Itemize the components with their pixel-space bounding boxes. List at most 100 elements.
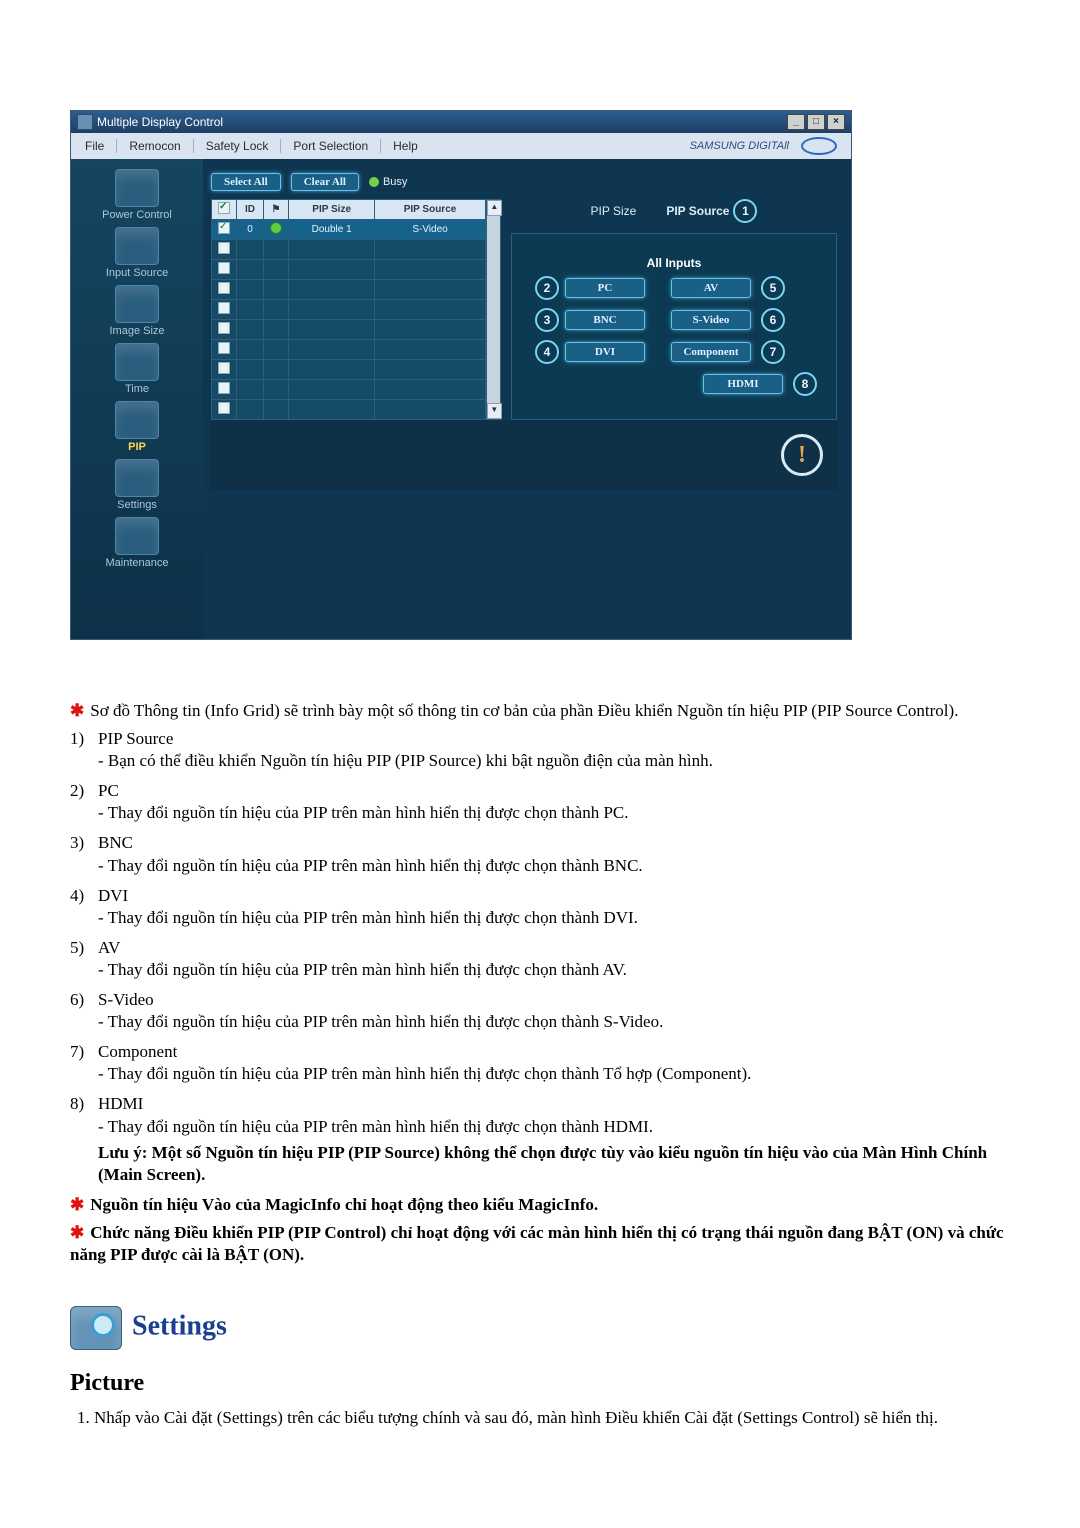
cell-pipsource: S-Video <box>375 220 485 240</box>
sidebar-item-maintenance[interactable]: Maintenance <box>106 517 169 569</box>
list-item: Component- Thay đổi nguồn tín hiệu của P… <box>70 1041 1010 1085</box>
all-inputs-label: All Inputs <box>516 256 832 270</box>
callout-badge: 5 <box>761 276 785 300</box>
bnc-button[interactable]: BNC <box>565 310 645 330</box>
menu-safetylock[interactable]: Safety Lock <box>198 137 277 155</box>
sidebar-item-label: Power Control <box>102 209 172 221</box>
list-item: HDMI- Thay đổi nguồn tín hiệu của PIP tr… <box>70 1093 1010 1185</box>
menu-remocon[interactable]: Remocon <box>121 137 188 155</box>
table-row[interactable] <box>212 380 486 400</box>
scroll-up-icon[interactable]: ▲ <box>487 200 502 216</box>
sidebar-item-input[interactable]: Input Source <box>106 227 168 279</box>
picture-steps: Nhấp vào Cài đặt (Settings) trên các biể… <box>70 1407 1010 1429</box>
input-icon <box>115 227 159 265</box>
sidebar-item-pip[interactable]: PIP <box>115 401 159 453</box>
select-all-button[interactable]: Select All <box>211 173 281 191</box>
sidebar-item-label: Input Source <box>106 267 168 279</box>
row-checkbox[interactable] <box>218 282 230 294</box>
table-row[interactable] <box>212 400 486 420</box>
callout-badge: 6 <box>761 308 785 332</box>
window-titlebar: Multiple Display Control _ □ × <box>71 111 851 133</box>
warning-icon: ! <box>781 434 823 476</box>
sidebar-item-label: Time <box>125 383 149 395</box>
picture-heading: Picture <box>70 1368 1010 1399</box>
table-row[interactable] <box>212 260 486 280</box>
settings-section-icon <box>70 1306 122 1350</box>
intro-text: Sơ đồ Thông tin (Info Grid) sẽ trình bày… <box>90 701 958 720</box>
star-icon: ✱ <box>70 1195 84 1214</box>
table-row[interactable] <box>212 360 486 380</box>
clear-all-button[interactable]: Clear All <box>291 173 359 191</box>
menubar: File Remocon Safety Lock Port Selection … <box>71 133 851 159</box>
tab-pipsource[interactable]: PIP Source <box>666 204 729 218</box>
close-button[interactable]: × <box>827 114 845 130</box>
imagesize-icon <box>115 285 159 323</box>
note-magicinfo: Nguồn tín hiệu Vào của MagicInfo chỉ hoạ… <box>90 1195 598 1214</box>
tab-pipsize[interactable]: PIP Size <box>591 204 637 218</box>
scroll-down-icon[interactable]: ▼ <box>487 403 502 419</box>
sidebar: Power Control Input Source Image Size Ti… <box>71 159 203 639</box>
dvi-button[interactable]: DVI <box>565 342 645 362</box>
list-item: Nhấp vào Cài đặt (Settings) trên các biể… <box>94 1407 1010 1429</box>
sidebar-item-label: Maintenance <box>106 557 169 569</box>
row-checkbox[interactable] <box>218 322 230 334</box>
menu-file[interactable]: File <box>77 137 112 155</box>
grid-scrollbar[interactable]: ▲▼ <box>486 199 501 420</box>
svideo-button[interactable]: S-Video <box>671 310 751 330</box>
table-row[interactable] <box>212 340 486 360</box>
app-window: Multiple Display Control _ □ × File Remo… <box>70 110 852 640</box>
maintenance-icon <box>115 517 159 555</box>
col-id: ID <box>237 200 264 220</box>
callout-badge: 2 <box>535 276 559 300</box>
pc-button[interactable]: PC <box>565 278 645 298</box>
row-checkbox[interactable] <box>218 222 230 234</box>
row-checkbox[interactable] <box>218 242 230 254</box>
row-checkbox[interactable] <box>218 402 230 414</box>
status-dot-icon <box>270 222 282 234</box>
caution-text: Lưu ý: Một số Nguồn tín hiệu PIP (PIP So… <box>98 1142 1010 1186</box>
callout-badge: 4 <box>535 340 559 364</box>
component-button[interactable]: Component <box>671 342 751 362</box>
table-row[interactable] <box>212 280 486 300</box>
star-icon: ✱ <box>70 1223 84 1242</box>
row-checkbox[interactable] <box>218 342 230 354</box>
settings-icon <box>115 459 159 497</box>
row-checkbox[interactable] <box>218 362 230 374</box>
callout-badge: 3 <box>535 308 559 332</box>
list-item: PC- Thay đổi nguồn tín hiệu của PIP trên… <box>70 780 1010 824</box>
window-title: Multiple Display Control <box>97 115 223 129</box>
pip-icon <box>115 401 159 439</box>
table-row[interactable] <box>212 300 486 320</box>
callout-badge-1: 1 <box>733 199 757 223</box>
time-icon <box>115 343 159 381</box>
callout-badge: 7 <box>761 340 785 364</box>
brand-logo: SAMSUNG DIGITAll <box>674 135 845 157</box>
note-pipcontrol: Chức năng Điều khiển PIP (PIP Control) c… <box>70 1223 1004 1264</box>
list-item: BNC- Thay đổi nguồn tín hiệu của PIP trê… <box>70 832 1010 876</box>
table-row[interactable]: 0 Double 1 S-Video <box>212 220 486 240</box>
av-button[interactable]: AV <box>671 278 751 298</box>
hdmi-button[interactable]: HDMI <box>703 374 783 394</box>
star-icon: ✱ <box>70 701 84 720</box>
table-row[interactable] <box>212 240 486 260</box>
sidebar-item-imagesize[interactable]: Image Size <box>109 285 164 337</box>
minimize-button[interactable]: _ <box>787 114 805 130</box>
row-checkbox[interactable] <box>218 262 230 274</box>
list-item: DVI- Thay đổi nguồn tín hiệu của PIP trê… <box>70 885 1010 929</box>
sidebar-item-time[interactable]: Time <box>115 343 159 395</box>
sidebar-item-power[interactable]: Power Control <box>102 169 172 221</box>
callout-badge: 8 <box>793 372 817 396</box>
settings-heading: Settings <box>70 1306 1010 1350</box>
row-checkbox[interactable] <box>218 302 230 314</box>
sidebar-item-settings[interactable]: Settings <box>115 459 159 511</box>
list-item: AV- Thay đổi nguồn tín hiệu của PIP trên… <box>70 937 1010 981</box>
menu-portselection[interactable]: Port Selection <box>285 137 376 155</box>
menu-help[interactable]: Help <box>385 137 426 155</box>
row-checkbox[interactable] <box>218 382 230 394</box>
maximize-button[interactable]: □ <box>807 114 825 130</box>
table-row[interactable] <box>212 320 486 340</box>
col-pipsize: PIP Size <box>289 200 375 220</box>
info-grid: ID ⚑ PIP Size PIP Source 0 Double 1 <box>211 199 486 420</box>
sidebar-item-label: Settings <box>117 499 157 511</box>
header-checkbox[interactable] <box>218 202 230 214</box>
